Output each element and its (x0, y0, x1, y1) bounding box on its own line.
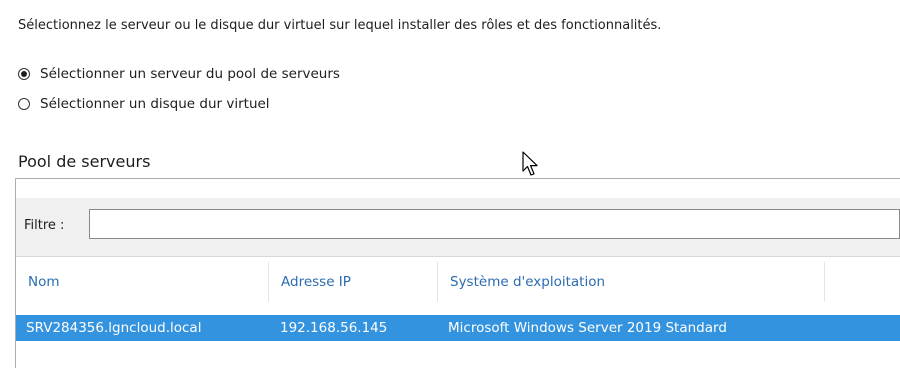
radio-option-virtual-disk[interactable]: Sélectionner un disque dur virtuel (18, 96, 270, 112)
column-header-name[interactable]: Nom (16, 262, 268, 302)
column-divider[interactable] (824, 262, 825, 302)
column-header-ip[interactable]: Adresse IP (269, 262, 437, 302)
radio-label-server-pool: Sélectionner un serveur du pool de serve… (40, 66, 340, 82)
cell-ip-address: 192.168.56.145 (280, 320, 388, 336)
filter-label: Filtre : (24, 218, 65, 233)
pool-section-title: Pool de serveurs (18, 152, 151, 171)
radio-option-server-pool[interactable]: Sélectionner un serveur du pool de serve… (18, 66, 340, 82)
radio-label-virtual-disk: Sélectionner un disque dur virtuel (40, 96, 270, 112)
mouse-pointer-icon (522, 151, 538, 176)
radio-selected-icon[interactable] (18, 68, 30, 80)
radio-unselected-icon[interactable] (18, 98, 30, 110)
instruction-text: Sélectionnez le serveur ou le disque dur… (18, 18, 662, 33)
column-header-os[interactable]: Système d'exploitation (438, 262, 824, 302)
cell-operating-system: Microsoft Windows Server 2019 Standard (448, 320, 727, 336)
cell-server-name: SRV284356.lgncloud.local (26, 320, 202, 336)
filter-input[interactable] (89, 209, 900, 239)
